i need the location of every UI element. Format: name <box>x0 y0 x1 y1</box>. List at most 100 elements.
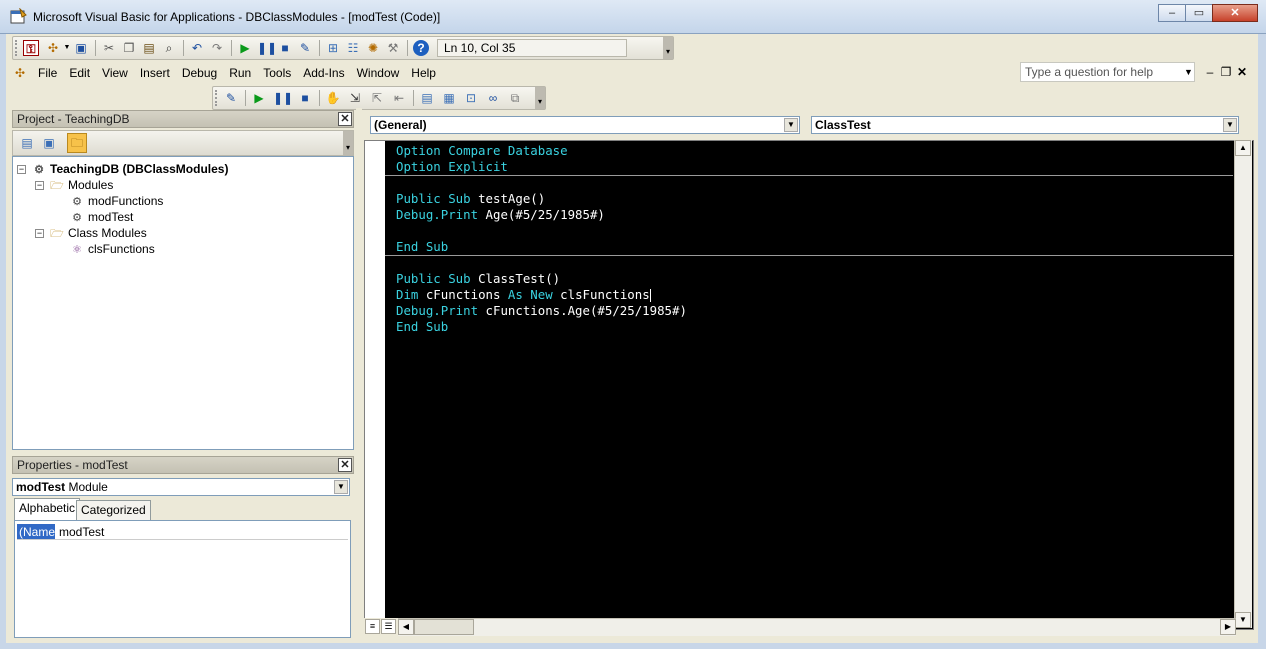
object-combo[interactable]: (General) ▼ <box>370 116 800 134</box>
tree-folder-modules[interactable]: 🗁 Modules <box>49 177 113 193</box>
chevron-down-icon[interactable]: ▼ <box>334 480 348 494</box>
scroll-right-icon[interactable]: ▶ <box>1220 619 1236 635</box>
menu-app-icon[interactable]: ✣ <box>12 65 28 81</box>
tree-item-clsfunctions[interactable]: ⚛ clsFunctions <box>69 241 155 257</box>
scroll-up-icon[interactable]: ▲ <box>1235 140 1251 156</box>
project-explorer-icon[interactable]: ⊞ <box>325 40 341 56</box>
code-line: End Sub <box>396 239 449 254</box>
margin-indicator-bar[interactable] <box>365 141 385 629</box>
mdi-minimize-icon[interactable]: – <box>1202 62 1218 82</box>
menu-view[interactable]: View <box>96 63 134 83</box>
collapse-classes-icon[interactable]: − <box>35 229 44 238</box>
chevron-down-icon[interactable]: ▼ <box>784 118 798 132</box>
find-icon[interactable]: ⌕ <box>161 40 177 56</box>
procedure-combo[interactable]: ClassTest ▼ <box>811 116 1239 134</box>
menu-file[interactable]: File <box>32 63 63 83</box>
toolbar-grip[interactable] <box>15 40 18 56</box>
menu-add-ins[interactable]: Add-Ins <box>297 63 350 83</box>
design-mode-icon[interactable]: ✎ <box>297 40 313 56</box>
tree-folder-class-modules[interactable]: 🗁 Class Modules <box>49 225 147 241</box>
help-search-input[interactable]: Type a question for help <box>1020 62 1195 82</box>
tab-categorized[interactable]: Categorized <box>76 500 151 520</box>
view-code-icon[interactable]: ▤ <box>19 135 35 151</box>
mdi-restore-icon[interactable]: ❐ <box>1218 62 1234 82</box>
run-icon[interactable]: ▶ <box>251 90 267 106</box>
toolbox-icon[interactable]: ⚒ <box>385 40 401 56</box>
call-stack-icon[interactable]: ⧉ <box>507 90 523 106</box>
break-icon[interactable]: ❚❚ <box>273 90 293 106</box>
break-icon[interactable]: ❚❚ <box>257 40 277 56</box>
step-into-icon[interactable]: ⇲ <box>347 90 363 106</box>
code-text[interactable]: Option Compare Database Option Explicit … <box>385 141 1233 629</box>
paste-icon[interactable]: ▤ <box>141 40 157 56</box>
chevron-down-icon[interactable]: ▼ <box>1223 118 1237 132</box>
vertical-scrollbar[interactable]: ▲ ▼ <box>1234 140 1252 628</box>
scroll-down-icon[interactable]: ▼ <box>1235 612 1251 628</box>
toolbar-options-icon[interactable]: ▾ <box>663 37 673 59</box>
menu-window[interactable]: Window <box>351 63 406 83</box>
standard-toolbar: ⚿ ✣ ▼ ▣ ✂ ❐ ▤ ⌕ ↶ ↷ ▶ ❚❚ ■ ✎ ⊞ ☷ ✺ ⚒ ? L… <box>12 36 674 60</box>
horizontal-scrollbar[interactable]: ◀ ▶ <box>398 618 1236 636</box>
toggle-folders-icon[interactable]: 🗀 <box>67 133 87 153</box>
collapse-modules-icon[interactable]: − <box>35 181 44 190</box>
toggle-breakpoint-icon[interactable]: ✋ <box>325 90 341 106</box>
collapse-root-icon[interactable]: − <box>17 165 26 174</box>
watch-window-icon[interactable]: ⊡ <box>463 90 479 106</box>
tree-item-modfunctions[interactable]: ⚙ modFunctions <box>69 193 163 209</box>
step-out-icon[interactable]: ⇤ <box>391 90 407 106</box>
redo-icon[interactable]: ↷ <box>209 40 225 56</box>
object-browser-icon[interactable]: ✺ <box>365 40 381 56</box>
immediate-window-icon[interactable]: ▦ <box>441 90 457 106</box>
minimize-button[interactable]: – <box>1158 4 1186 22</box>
tree-item-modtest[interactable]: ⚙ modTest <box>69 209 133 225</box>
scroll-thumb[interactable] <box>414 619 474 635</box>
scroll-left-icon[interactable]: ◀ <box>398 619 414 635</box>
menu-edit[interactable]: Edit <box>63 63 96 83</box>
view-object-icon[interactable]: ▣ <box>41 135 57 151</box>
full-module-view-icon[interactable]: ☰ <box>381 619 396 634</box>
property-row[interactable]: (Name) modTest <box>17 524 348 540</box>
module-icon: ⚙ <box>72 211 82 224</box>
step-over-icon[interactable]: ⇱ <box>369 90 385 106</box>
panel-splitter[interactable] <box>356 108 362 643</box>
toolbar-options-icon[interactable]: ▾ <box>343 131 353 155</box>
properties-title-text: Properties - modTest <box>17 458 128 472</box>
locals-window-icon[interactable]: ▤ <box>419 90 435 106</box>
view-access-icon[interactable]: ⚿ <box>23 40 39 56</box>
help-dropdown-icon[interactable]: ▼ <box>1184 62 1193 82</box>
properties-window-icon[interactable]: ☷ <box>345 40 361 56</box>
code-line: Option Compare Database <box>396 143 568 158</box>
copy-icon[interactable]: ❐ <box>121 40 137 56</box>
menu-help[interactable]: Help <box>405 63 442 83</box>
menu-run[interactable]: Run <box>223 63 257 83</box>
toolbar-grip[interactable] <box>215 90 218 106</box>
close-button[interactable]: ✕ <box>1212 4 1258 22</box>
close-icon[interactable]: ✕ <box>338 112 352 126</box>
cut-icon[interactable]: ✂ <box>101 40 117 56</box>
quick-watch-icon[interactable]: ∞ <box>485 90 501 106</box>
menu-debug[interactable]: Debug <box>176 63 223 83</box>
menu-tools[interactable]: Tools <box>257 63 297 83</box>
class-label: clsFunctions <box>88 242 155 256</box>
object-selector[interactable]: modTest Module ▼ <box>12 478 350 496</box>
save-icon[interactable]: ▣ <box>73 40 89 56</box>
reset-icon[interactable]: ■ <box>297 90 313 106</box>
code-editor[interactable]: Option Compare Database Option Explicit … <box>364 140 1254 630</box>
close-icon[interactable]: ✕ <box>338 458 352 472</box>
help-icon[interactable]: ? <box>413 40 429 56</box>
run-icon[interactable]: ▶ <box>237 40 253 56</box>
tree-root-label: TeachingDB (DBClassModules) <box>50 162 229 176</box>
tree-root[interactable]: ⚙ TeachingDB (DBClassModules) <box>31 161 228 177</box>
property-value[interactable]: modTest <box>59 524 104 540</box>
module-label: modTest <box>88 210 134 224</box>
procedure-view-icon[interactable]: ≡ <box>365 619 380 634</box>
toolbar-options-icon[interactable]: ▾ <box>535 87 545 109</box>
undo-icon[interactable]: ↶ <box>189 40 205 56</box>
open-folder-icon: 🗁 <box>50 179 64 192</box>
tab-alphabetic[interactable]: Alphabetic <box>14 498 81 520</box>
restore-button[interactable]: ▭ <box>1185 4 1213 22</box>
reset-icon[interactable]: ■ <box>277 40 293 56</box>
mdi-close-icon[interactable]: ✕ <box>1234 62 1250 82</box>
menu-insert[interactable]: Insert <box>134 63 176 83</box>
design-mode-icon[interactable]: ✎ <box>223 90 239 106</box>
